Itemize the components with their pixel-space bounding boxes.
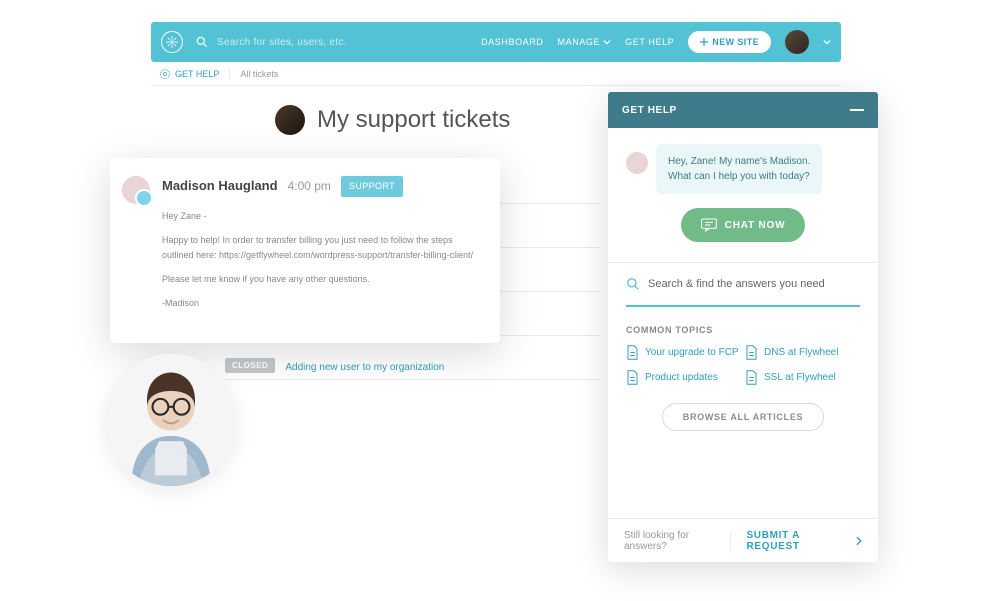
document-icon: [745, 345, 758, 360]
global-search[interactable]: Search for sites, users, etc.: [195, 35, 469, 49]
chat-agent-avatar: [626, 152, 648, 174]
chevron-down-icon[interactable]: [823, 38, 831, 46]
search-placeholder: Search for sites, users, etc.: [217, 37, 347, 48]
nav-manage[interactable]: MANAGE: [558, 37, 612, 47]
user-avatar-small: [275, 105, 305, 135]
page-title-text: My support tickets: [317, 106, 510, 134]
ticket-link[interactable]: Adding new user to my organization: [285, 362, 444, 373]
nav-dashboard[interactable]: DASHBOARD: [481, 37, 543, 47]
search-icon: [626, 277, 640, 291]
topic-link[interactable]: SSL at Flywheel: [745, 370, 860, 385]
agent-name: Madison Haugland: [162, 176, 278, 197]
panel-header: GET HELP: [608, 92, 878, 128]
panel-search[interactable]: Search & find the answers you need: [626, 263, 860, 307]
crumb-gethelp[interactable]: GET HELP: [159, 68, 230, 80]
message-line: Hey Zane -: [162, 209, 480, 223]
user-avatar[interactable]: [785, 30, 809, 54]
new-site-button[interactable]: NEW SITE: [688, 31, 771, 53]
chat-icon: [701, 218, 717, 232]
topic-link[interactable]: Your upgrade to FCP: [626, 345, 741, 360]
status-chip: CLOSED: [225, 358, 275, 373]
browse-articles-button[interactable]: BROWSE ALL ARTICLES: [662, 403, 824, 431]
topic-link[interactable]: Product updates: [626, 370, 741, 385]
topic-link[interactable]: DNS at Flywheel: [745, 345, 860, 360]
submit-request-link[interactable]: SUBMIT A REQUEST: [730, 530, 863, 552]
flywheel-logo[interactable]: [161, 31, 183, 53]
message-time: 4:00 pm: [288, 177, 331, 196]
common-topics-heading: COMMON TOPICS: [626, 325, 860, 335]
minimize-icon[interactable]: [850, 109, 864, 111]
document-icon: [626, 370, 639, 385]
chevron-down-icon: [603, 38, 611, 46]
support-badge: SUPPORT: [341, 176, 403, 196]
message-line: Please let me know if you have any other…: [162, 272, 480, 286]
chat-now-button[interactable]: CHAT NOW: [681, 208, 806, 242]
panel-title: GET HELP: [622, 105, 677, 116]
message-signature: -Madison: [162, 296, 480, 310]
footer-question: Still looking for answers?: [624, 530, 730, 552]
chat-bubble: Hey, Zane! My name's Madison. What can I…: [656, 144, 822, 194]
help-icon: [159, 68, 171, 80]
crumb-all-tickets[interactable]: All tickets: [240, 69, 278, 79]
agent-avatar: [122, 176, 150, 204]
breadcrumb: GET HELP All tickets: [151, 62, 841, 86]
agent-photo: [105, 354, 237, 486]
ticket-detail-card: Madison Haugland 4:00 pm SUPPORT Hey Zan…: [110, 158, 500, 343]
document-icon: [745, 370, 758, 385]
top-nav: Search for sites, users, etc. DASHBOARD …: [151, 22, 841, 62]
nav-gethelp[interactable]: GET HELP: [625, 37, 674, 47]
help-panel: GET HELP Hey, Zane! My name's Madison. W…: [608, 92, 878, 562]
search-icon: [195, 35, 209, 49]
page-title: My support tickets: [275, 105, 510, 135]
plus-icon: [700, 38, 708, 46]
document-icon: [626, 345, 639, 360]
message-line: Happy to help! In order to transfer bill…: [162, 233, 480, 262]
chevron-right-icon: [856, 536, 862, 546]
